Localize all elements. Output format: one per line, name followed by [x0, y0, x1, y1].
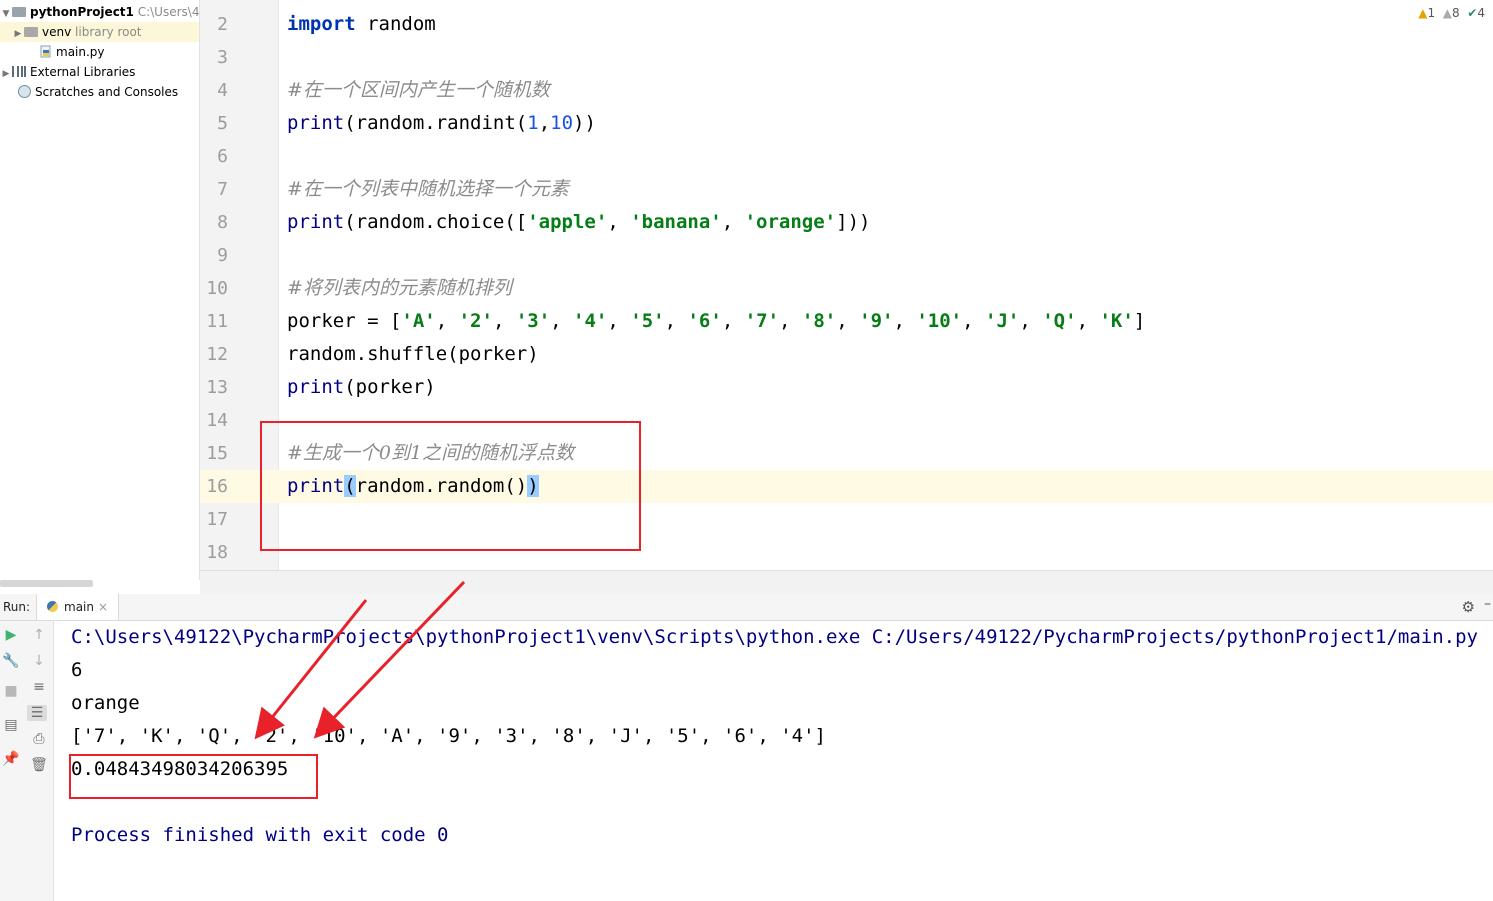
annotation-arrows [254, 580, 466, 740]
annotation-arrow-2 [313, 580, 466, 739]
annotation-arrow-1 [254, 599, 368, 740]
